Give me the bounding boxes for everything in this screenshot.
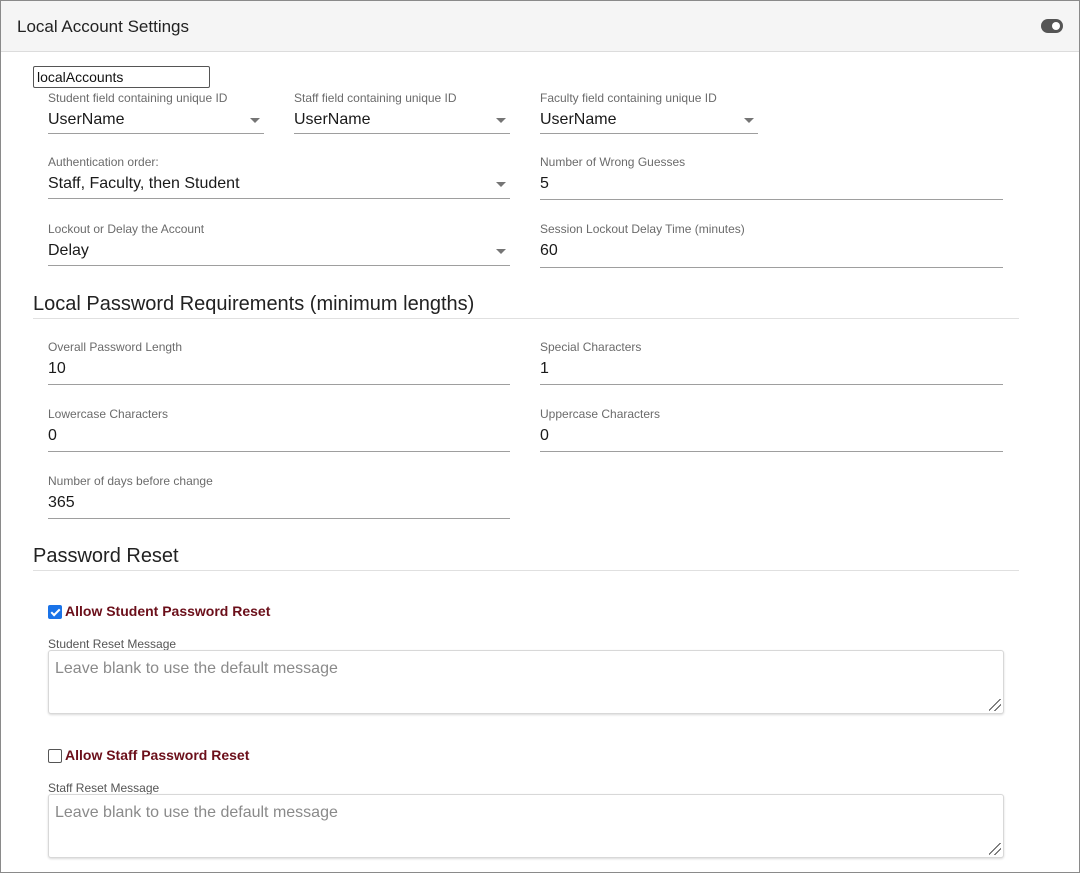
password-reset-heading: Password Reset	[33, 545, 179, 567]
lowercase-chars-input[interactable]: Lowercase Characters 0	[48, 407, 510, 452]
panel-header: Local Account Settings	[1, 1, 1079, 52]
dropdown-arrow-icon	[496, 182, 506, 187]
days-before-change-label: Number of days before change	[48, 474, 213, 488]
dropdown-arrow-icon	[496, 249, 506, 254]
days-before-change-value: 365	[48, 494, 75, 511]
staff-unique-id-label: Staff field containing unique ID	[294, 91, 457, 105]
student-reset-message-textarea[interactable]: Leave blank to use the default message	[48, 650, 1004, 714]
staff-reset-placeholder: Leave blank to use the default message	[55, 804, 338, 821]
toggle-knob	[1052, 22, 1060, 30]
faculty-unique-id-label: Faculty field containing unique ID	[540, 91, 717, 105]
student-reset-checkbox[interactable]	[48, 605, 62, 619]
wrong-guesses-input[interactable]: Number of Wrong Guesses 5	[540, 155, 1003, 200]
lockout-delay-time-label: Session Lockout Delay Time (minutes)	[540, 222, 745, 236]
special-chars-value: 1	[540, 360, 549, 377]
settings-panel: Local Account Settings localAccounts Stu…	[0, 0, 1080, 873]
faculty-unique-id-select[interactable]: Faculty field containing unique ID UserN…	[540, 91, 758, 134]
overall-length-label: Overall Password Length	[48, 340, 183, 354]
uppercase-chars-value: 0	[540, 427, 549, 444]
lowercase-chars-label: Lowercase Characters	[48, 407, 169, 421]
student-reset-message-label: Student Reset Message	[48, 637, 177, 651]
password-requirements-heading: Local Password Requirements (minimum len…	[33, 293, 475, 315]
wrong-guesses-label: Number of Wrong Guesses	[540, 155, 686, 169]
enable-toggle[interactable]	[1041, 19, 1063, 33]
auth-order-value: Staff, Faculty, then Student	[48, 175, 240, 192]
overall-length-value: 10	[48, 360, 66, 377]
staff-reset-checkbox-label[interactable]: Allow Staff Password Reset	[65, 747, 249, 763]
section-divider	[33, 570, 1019, 571]
lowercase-chars-value: 0	[48, 427, 57, 444]
section-divider	[33, 318, 1019, 319]
uppercase-chars-input[interactable]: Uppercase Characters 0	[540, 407, 1003, 452]
student-reset-checkbox-label[interactable]: Allow Student Password Reset	[65, 603, 270, 619]
days-before-change-input[interactable]: Number of days before change 365	[48, 474, 510, 519]
staff-unique-id-select[interactable]: Staff field containing unique ID UserNam…	[294, 91, 510, 134]
auth-order-select[interactable]: Authentication order: Staff, Faculty, th…	[48, 155, 510, 199]
lockout-or-delay-select[interactable]: Lockout or Delay the Account Delay	[48, 222, 510, 266]
lockout-delay-time-input[interactable]: Session Lockout Delay Time (minutes) 60	[540, 222, 1003, 268]
resize-grip-icon[interactable]	[989, 699, 1001, 711]
student-unique-id-select[interactable]: Student field containing unique ID UserN…	[48, 91, 264, 134]
dropdown-arrow-icon	[496, 118, 506, 123]
dropdown-arrow-icon	[250, 118, 260, 123]
special-chars-label: Special Characters	[540, 340, 642, 354]
resize-grip-icon[interactable]	[989, 843, 1001, 855]
special-chars-input[interactable]: Special Characters 1	[540, 340, 1003, 385]
staff-unique-id-value: UserName	[294, 111, 371, 128]
staff-reset-checkbox[interactable]	[48, 749, 62, 763]
student-unique-id-value: UserName	[48, 111, 125, 128]
panel-title: Local Account Settings	[17, 17, 190, 36]
lockout-delay-time-value: 60	[540, 242, 558, 259]
lockout-or-delay-label: Lockout or Delay the Account	[48, 222, 205, 236]
faculty-unique-id-value: UserName	[540, 111, 617, 128]
overall-length-input[interactable]: Overall Password Length 10	[48, 340, 510, 385]
identifier-input[interactable]: localAccounts	[33, 66, 210, 88]
auth-order-label: Authentication order:	[48, 155, 159, 169]
staff-reset-message-textarea[interactable]: Leave blank to use the default message	[48, 794, 1004, 858]
dropdown-arrow-icon	[744, 118, 754, 123]
uppercase-chars-label: Uppercase Characters	[540, 407, 661, 421]
student-reset-placeholder: Leave blank to use the default message	[55, 660, 338, 677]
wrong-guesses-value: 5	[540, 175, 549, 192]
staff-reset-message-label: Staff Reset Message	[48, 781, 160, 795]
student-unique-id-label: Student field containing unique ID	[48, 91, 228, 105]
lockout-or-delay-value: Delay	[48, 242, 89, 259]
